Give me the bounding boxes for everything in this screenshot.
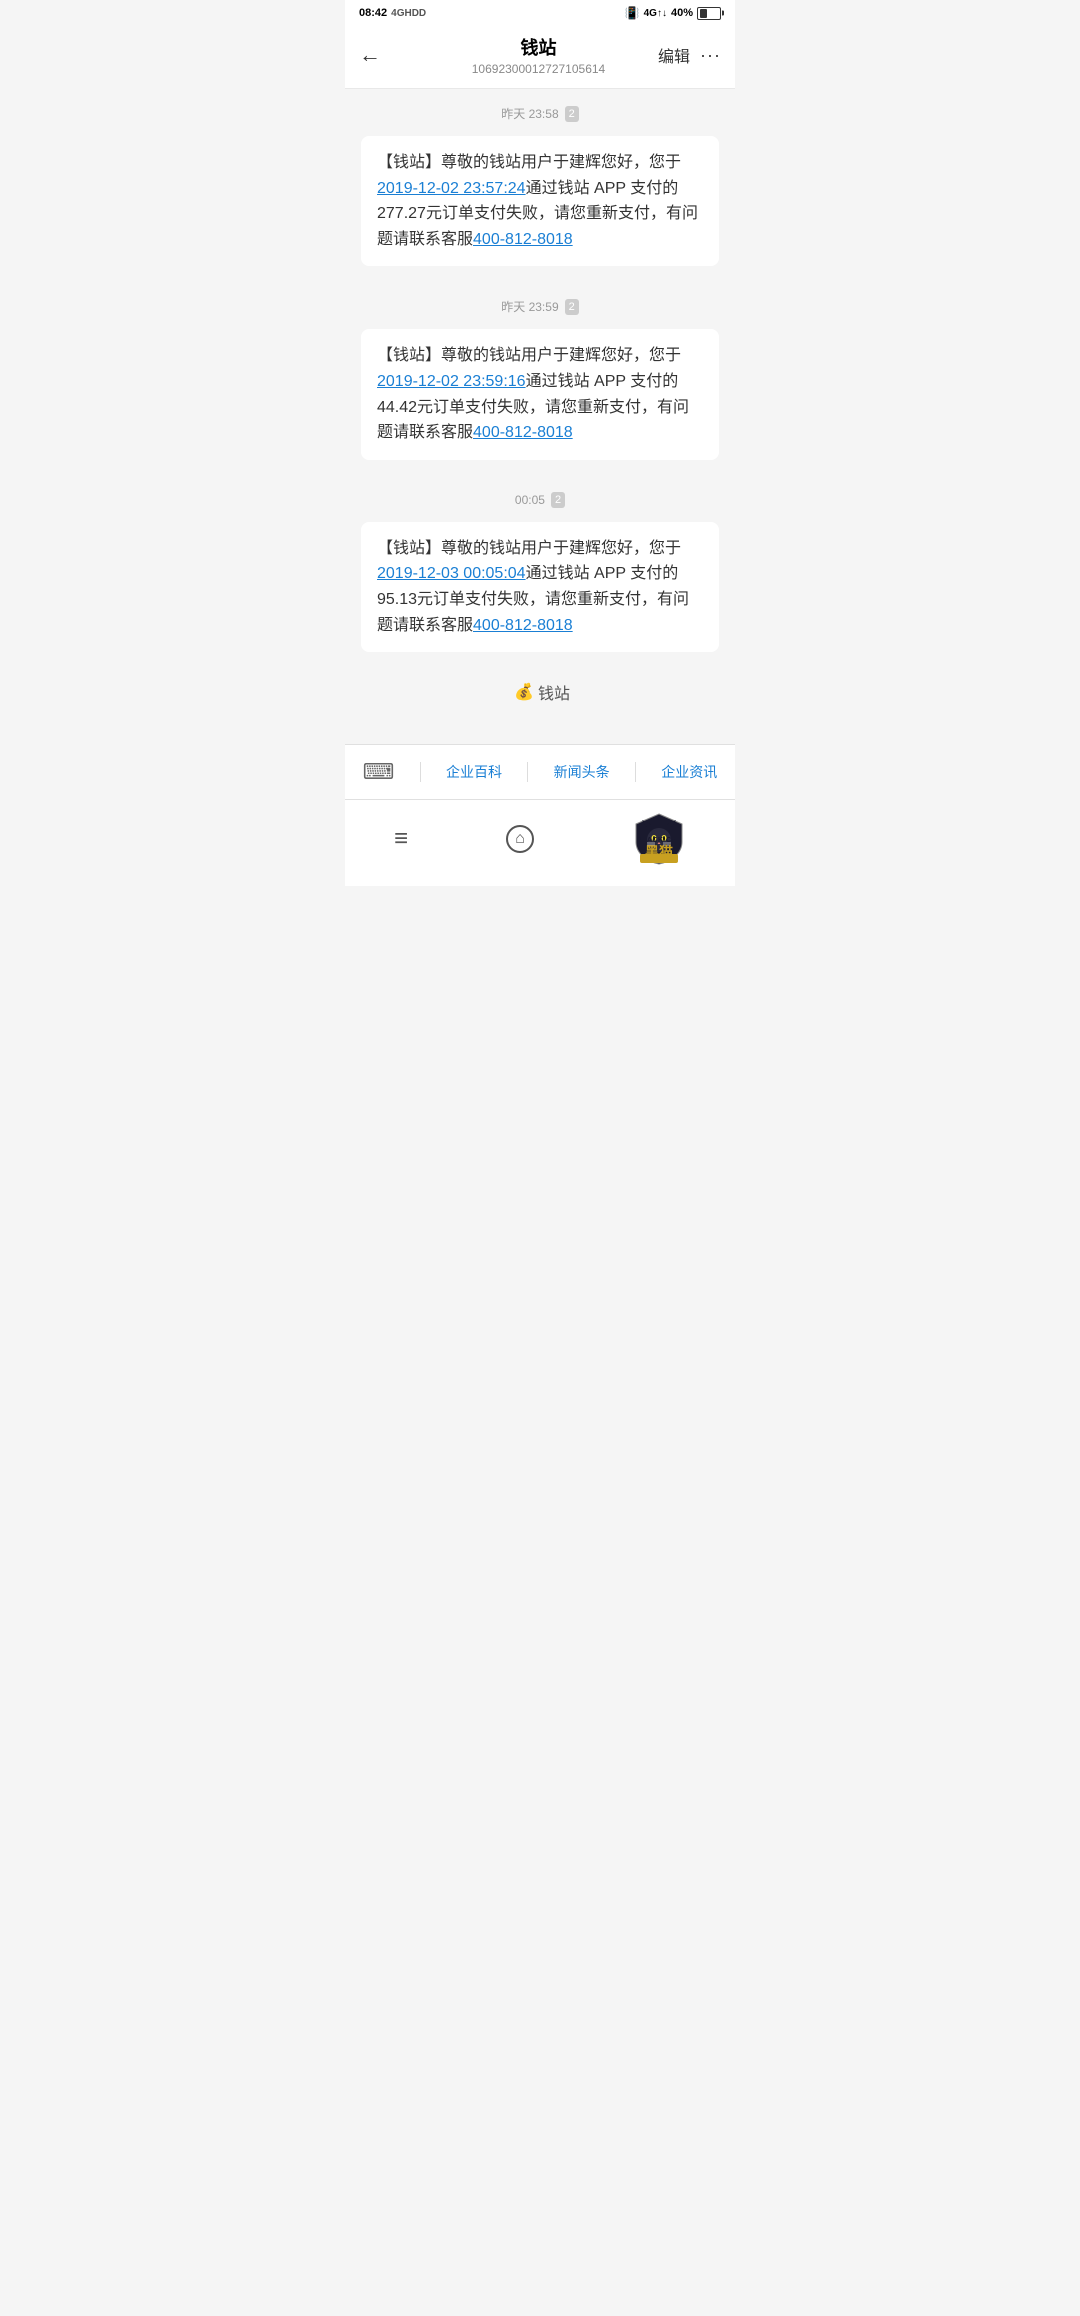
message-text-2: 【钱站】尊敬的钱站用户于建辉您好，您于: [377, 347, 681, 364]
time-display: 08:42: [359, 7, 387, 19]
header-center: 钱站 10692300012727105614: [419, 34, 658, 76]
network-type: 4GHDD: [391, 8, 426, 19]
sender-name: 钱站: [538, 686, 570, 703]
blackcat-chinese-label: 黑猫: [645, 842, 673, 862]
message-phone-1[interactable]: 400-812-8018: [473, 231, 573, 248]
bottom-toolbar: ⌨ 企业百科 新闻头条 企业资讯: [345, 744, 735, 799]
message-text-1: 【钱站】尊敬的钱站用户于建辉您好，您于: [377, 154, 681, 171]
keyboard-button[interactable]: ⌨: [353, 755, 405, 789]
nav-bar: ≡ ⌂ BL: [345, 799, 735, 886]
message-phone-2[interactable]: 400-812-8018: [473, 424, 573, 441]
menu-icon: ≡: [394, 825, 408, 853]
signal-icon: 4G↑↓: [644, 8, 667, 19]
timestamp-3: 00:05: [515, 493, 545, 507]
emoji-sender: 💰钱站: [345, 668, 735, 724]
divider-1: [420, 762, 421, 782]
battery-percent: 40%: [671, 7, 693, 19]
toolbar-item-2[interactable]: 企业资讯: [651, 758, 727, 786]
timestamp-1: 昨天 23:58: [501, 105, 558, 122]
header-right: 编辑 ···: [658, 43, 721, 67]
message-phone-3[interactable]: 400-812-8018: [473, 617, 573, 634]
msg-badge-1: 2: [565, 106, 579, 122]
divider-2: [527, 762, 528, 782]
timestamp-row-2: 昨天 23:59 2: [345, 282, 735, 325]
header-left: ←: [359, 42, 419, 68]
edit-button[interactable]: 编辑: [658, 43, 690, 67]
timestamp-row-1: 昨天 23:58 2: [345, 89, 735, 132]
blackcat-logo[interactable]: BLACK CAT 黑猫: [632, 812, 686, 866]
message-link-1[interactable]: 2019-12-02 23:57:24: [377, 180, 526, 197]
timestamp-2: 昨天 23:59: [501, 298, 558, 315]
home-icon: ⌂: [506, 825, 534, 853]
divider-3: [635, 762, 636, 782]
back-button[interactable]: ←: [359, 42, 381, 68]
message-bubble-1: 【钱站】尊敬的钱站用户于建辉您好，您于2019-12-02 23:57:24通过…: [361, 136, 719, 266]
vibrate-icon: 📳: [625, 6, 640, 20]
battery-icon: [697, 7, 721, 20]
home-button[interactable]: ⌂: [506, 825, 534, 853]
status-bar: 08:42 4GHDD 📳 4G↑↓ 40%: [345, 0, 735, 24]
toolbar-item-0[interactable]: 企业百科: [436, 758, 512, 786]
contact-name: 钱站: [419, 34, 658, 60]
msg-badge-3: 2: [551, 492, 565, 508]
more-button[interactable]: ···: [700, 45, 721, 66]
message-link-3[interactable]: 2019-12-03 00:05:04: [377, 565, 526, 582]
status-left: 08:42 4GHDD: [359, 7, 426, 19]
timestamp-row-3: 00:05 2: [345, 476, 735, 518]
home-icon-inner: ⌂: [515, 830, 525, 848]
chat-header: ← 钱站 10692300012727105614 编辑 ···: [345, 24, 735, 89]
chat-area: 昨天 23:58 2 【钱站】尊敬的钱站用户于建辉您好，您于 2019-12-02…: [345, 89, 735, 744]
toolbar-item-1[interactable]: 新闻头条: [544, 758, 620, 786]
message-link-2[interactable]: 2019-12-02 23:59:16: [377, 373, 526, 390]
menu-button[interactable]: ≡: [394, 825, 408, 853]
sender-emoji: 💰: [514, 684, 534, 701]
message-bubble-3: 【钱站】尊敬的钱站用户于建辉您好，您于2019-12-03 00:05:04通过…: [361, 522, 719, 652]
message-text-3: 【钱站】尊敬的钱站用户于建辉您好，您于: [377, 540, 681, 557]
msg-badge-2: 2: [565, 299, 579, 315]
status-right: 📳 4G↑↓ 40%: [625, 6, 721, 20]
contact-id: 10692300012727105614: [419, 62, 658, 76]
message-bubble-2: 【钱站】尊敬的钱站用户于建辉您好，您于2019-12-02 23:59:16通过…: [361, 329, 719, 459]
